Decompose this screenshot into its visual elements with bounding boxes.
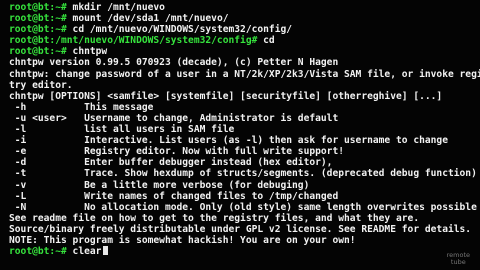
terminal-window[interactable]: root@bt:~# mkdir /mnt/nuevo root@bt:~# mo… (0, 0, 480, 270)
terminal-line: Source/binary freely distributable under… (9, 224, 480, 235)
command-text: cd /mnt/nuevo/WINDOWS/system32/config/ (66, 24, 293, 36)
output-text: -t Trace. Show hexdump of structs/segmen… (9, 168, 477, 180)
output-text: -l list all users in SAM file (9, 124, 235, 136)
terminal-line: chntpw [OPTIONS] <samfile> [systemfile] … (9, 91, 480, 102)
shell-prompt: root@bt:/mnt/nuevo/WINDOWS/system32/conf… (9, 35, 258, 47)
terminal-output: root@bt:~# mkdir /mnt/nuevo root@bt:~# mo… (9, 2, 480, 268)
output-text: Source/binary freely distributable under… (9, 223, 472, 235)
shell-prompt: root@bt:~# (9, 246, 67, 258)
terminal-line: root@bt:~# clear (9, 246, 480, 257)
output-text: chntpw [OPTIONS] <samfile> [systemfile] … (9, 90, 443, 102)
shell-prompt: root@bt:~# (9, 2, 67, 13)
terminal-line: -u <user> Username to change, Administra… (9, 113, 480, 124)
terminal-line: -i Interactive. List users (as -l) then … (9, 135, 480, 146)
terminal-line: root@bt:~# cd /mnt/nuevo/WINDOWS/system3… (9, 24, 480, 35)
output-text: chntpw version 0.99.5 070923 (decade), (… (9, 57, 339, 69)
shell-prompt: root@bt:~# (9, 13, 67, 25)
terminal-line: -N No allocation mode. Only (old style) … (9, 202, 480, 213)
text-cursor (103, 246, 109, 256)
output-text: -u <user> Username to change, Administra… (9, 112, 339, 124)
output-text: -L Write names of changed files to /tmp/… (9, 190, 339, 202)
output-text: try editor. (9, 79, 73, 91)
terminal-line: -d Enter buffer debugger instead (hex ed… (9, 157, 480, 168)
shell-prompt: root@bt:~# (9, 24, 67, 36)
terminal-line: -h This message (9, 102, 480, 113)
output-text: chntpw: change password of a user in a N… (9, 68, 480, 80)
command-text: mkdir /mnt/nuevo (66, 2, 165, 13)
command-text: cd (257, 35, 275, 47)
terminal-line: -l list all users in SAM file (9, 124, 480, 135)
terminal-line: -v Be a little more verbose (for debugin… (9, 180, 480, 191)
terminal-line: chntpw: change password of a user in a N… (9, 69, 480, 80)
output-text: -v Be a little more verbose (for debugin… (9, 179, 310, 191)
output-text: -e Registry editor. Now with full write … (9, 146, 345, 158)
output-text: -i Interactive. List users (as -l) then … (9, 135, 448, 147)
output-text: -N No allocation mode. Only (old style) … (9, 201, 477, 213)
terminal-line: root@bt:~# mount /dev/sda1 /mnt/nuevo/ (9, 13, 480, 24)
command-text: mount /dev/sda1 /mnt/nuevo/ (66, 13, 229, 25)
terminal-line: try editor. (9, 80, 480, 91)
terminal-line: root@bt:~# chntpw (9, 46, 480, 57)
command-text: chntpw (66, 46, 108, 58)
output-text: NOTE: This program is somewhat hackish! … (9, 234, 356, 246)
output-text: See readme file on how to get to the reg… (9, 212, 420, 224)
output-text: -h This message (9, 101, 154, 113)
terminal-line: -L Write names of changed files to /tmp/… (9, 191, 480, 202)
command-text: clear (66, 246, 102, 258)
output-text: -d Enter buffer debugger instead (hex ed… (9, 157, 333, 169)
shell-prompt: root@bt:~# (9, 46, 67, 58)
terminal-line: root@bt:/mnt/nuevo/WINDOWS/system32/conf… (9, 35, 480, 46)
terminal-line: NOTE: This program is somewhat hackish! … (9, 235, 480, 246)
watermark-logo: remote tube (447, 252, 470, 266)
terminal-line: -t Trace. Show hexdump of structs/segmen… (9, 168, 480, 179)
terminal-line: chntpw version 0.99.5 070923 (decade), (… (9, 57, 480, 68)
terminal-line: -e Registry editor. Now with full write … (9, 146, 480, 157)
watermark-line-2: tube (450, 258, 466, 266)
terminal-line: See readme file on how to get to the reg… (9, 213, 480, 224)
terminal-line: root@bt:~# mkdir /mnt/nuevo (9, 2, 480, 13)
